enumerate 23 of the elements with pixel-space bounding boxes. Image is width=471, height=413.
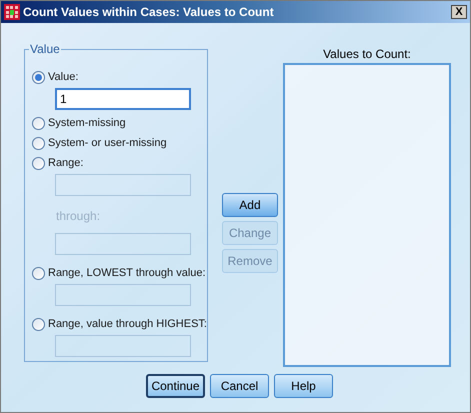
field-label: through: bbox=[56, 208, 100, 225]
input-field[interactable]: 1 bbox=[55, 88, 191, 110]
radio-label: Range, value through HIGHEST: bbox=[48, 316, 207, 332]
radio-button[interactable] bbox=[32, 70, 45, 84]
radio-button[interactable] bbox=[32, 266, 45, 280]
grid-app-icon bbox=[4, 4, 20, 20]
dialog-button[interactable]: Cancel bbox=[210, 374, 269, 398]
radio-label: Value: bbox=[48, 70, 78, 85]
values-list[interactable] bbox=[282, 63, 451, 367]
dialog-button[interactable]: Help bbox=[274, 374, 333, 398]
radio-label: Range: bbox=[48, 156, 84, 171]
radio-label: Range, LOWEST through value: bbox=[48, 266, 206, 281]
radio-button[interactable] bbox=[32, 116, 45, 130]
radio-label: System- or user-missing bbox=[48, 136, 167, 151]
radio-button[interactable] bbox=[32, 136, 45, 150]
list-action-button[interactable]: Add bbox=[222, 193, 278, 217]
dialog-button[interactable]: Continue bbox=[146, 374, 205, 398]
close-button[interactable]: X bbox=[451, 5, 467, 19]
radio-button[interactable] bbox=[32, 156, 45, 170]
list-label: Values to Count: bbox=[323, 47, 411, 61]
radio-label: System-missing bbox=[48, 116, 126, 131]
radio-button[interactable] bbox=[32, 318, 45, 330]
window-title: Count Values within Cases: Values to Count bbox=[23, 4, 274, 21]
